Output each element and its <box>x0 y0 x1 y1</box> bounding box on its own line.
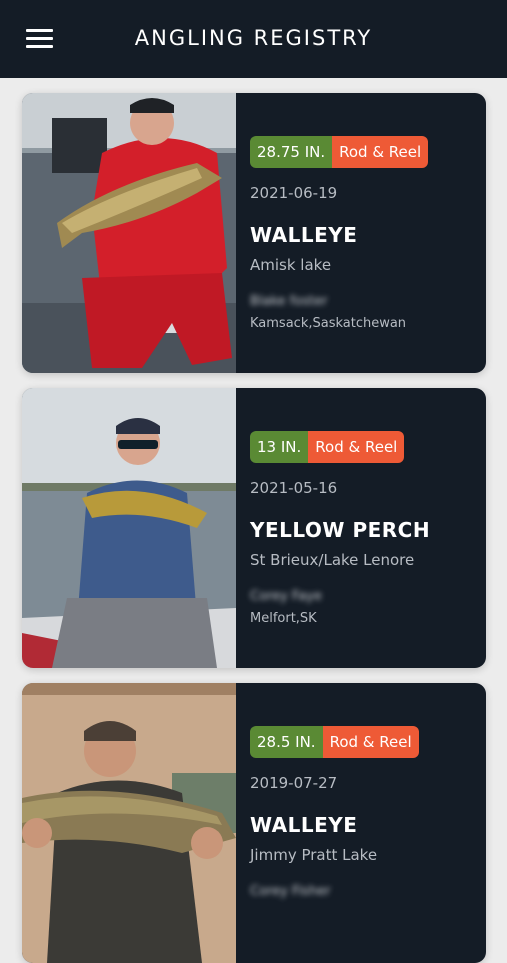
angler-region: Kamsack,Saskatchewan <box>250 316 407 331</box>
length-badge: 28.5 IN. <box>250 726 323 758</box>
angler-name: Blake foster <box>250 294 328 309</box>
method-badge: Rod & Reel <box>308 431 405 463</box>
tag-group: 13 IN. Rod & Reel <box>250 431 405 463</box>
tag-group: 28.75 IN. Rod & Reel <box>250 136 429 168</box>
catch-card[interactable]: 13 IN. Rod & Reel 2021-05-16 YELLOW PERC… <box>22 388 486 668</box>
catch-date: 2019-07-27 <box>250 774 338 792</box>
angler-region: Melfort,SK <box>250 611 317 626</box>
lake-name: St Brieux/Lake Lenore <box>250 551 415 569</box>
page-title: ANGLING REGISTRY <box>134 26 373 50</box>
angler-name: Corey Faye <box>250 589 322 604</box>
catch-date: 2021-06-19 <box>250 184 338 202</box>
catch-info: 28.75 IN. Rod & Reel 2021-06-19 WALLEYE … <box>236 93 486 373</box>
catch-info: 28.5 IN. Rod & Reel 2019-07-27 WALLEYE J… <box>236 683 486 963</box>
lake-name: Amisk lake <box>250 256 332 274</box>
method-badge: Rod & Reel <box>322 726 419 758</box>
species-name: WALLEYE <box>250 223 358 247</box>
catch-info: 13 IN. Rod & Reel 2021-05-16 YELLOW PERC… <box>236 388 486 668</box>
catch-date: 2021-05-16 <box>250 479 338 497</box>
species-name: WALLEYE <box>250 813 358 837</box>
method-badge: Rod & Reel <box>332 136 429 168</box>
length-badge: 28.75 IN. <box>250 136 333 168</box>
catch-card[interactable]: 28.75 IN. Rod & Reel 2021-06-19 WALLEYE … <box>22 93 486 373</box>
catch-photo <box>22 388 236 668</box>
catch-card[interactable]: 28.5 IN. Rod & Reel 2019-07-27 WALLEYE J… <box>22 683 486 963</box>
tag-group: 28.5 IN. Rod & Reel <box>250 726 419 758</box>
length-badge: 13 IN. <box>250 431 309 463</box>
lake-name: Jimmy Pratt Lake <box>250 846 378 864</box>
angler-name: Corey Fisher <box>250 884 331 899</box>
catch-photo <box>22 683 236 963</box>
app-header: ANGLING REGISTRY <box>0 0 507 78</box>
species-name: YELLOW PERCH <box>250 518 431 542</box>
catch-photo <box>22 93 236 373</box>
